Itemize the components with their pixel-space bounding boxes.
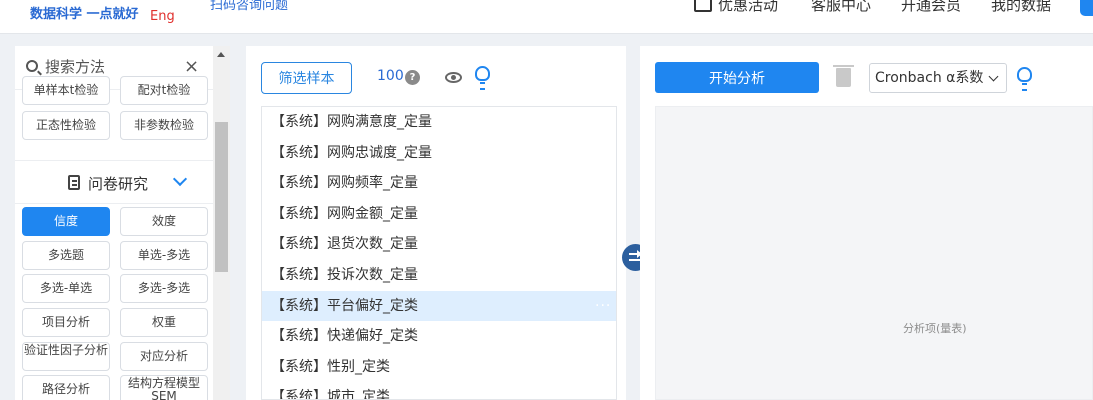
section-title: 问卷研究 (88, 175, 149, 193)
method-nonparametric-test[interactable]: 非参数检验 (120, 111, 208, 140)
lightbulb-icon[interactable] (475, 66, 490, 90)
method-confirmatory-factor-analysis[interactable]: 验证性因子分析 (22, 342, 110, 371)
method-sem[interactable]: 结构方程模型SEM (120, 375, 208, 400)
filter-samples-button[interactable]: 筛选样本 (261, 62, 352, 94)
list-item[interactable]: 【系统】快递偏好_定类 (262, 321, 616, 351)
brand-logo[interactable]: 数据科学 一点就好 (30, 3, 139, 22)
section-questionnaire[interactable]: 问卷研究 (15, 160, 213, 204)
list-item-highlighted[interactable]: 【系统】平台偏好_定类 ··· (262, 291, 616, 321)
method-multiple-choice[interactable]: 多选题 (22, 241, 110, 270)
list-item[interactable]: 【系统】城市_定类 (262, 382, 616, 399)
lightbulb-icon[interactable] (1017, 67, 1032, 91)
variable-list: 【系统】网购满意度_定量 【系统】网购忠诚度_定量 【系统】网购频率_定量 【系… (261, 106, 617, 400)
method-reliability[interactable]: 信度 (22, 207, 110, 236)
method-select-value: Cronbach α系数 (875, 70, 984, 86)
variable-panel: 筛选样本 100 ? 【系统】网购满意度_定量 【系统】网购忠诚度_定量 【系统… (246, 46, 626, 400)
method-multiple-single[interactable]: 多选-单选 (22, 274, 110, 303)
sample-count: 100 (377, 68, 404, 84)
method-normality-test[interactable]: 正态性检验 (22, 111, 110, 140)
analysis-panel: 开始分析 Cronbach α系数 分析项(量表) (640, 46, 1093, 400)
more-icon[interactable]: ··· (595, 291, 611, 321)
document-icon (68, 175, 80, 190)
sidebar-scrollbar[interactable] (213, 46, 230, 400)
nav-my-data[interactable]: 我的数据 (991, 0, 1051, 15)
method-weights[interactable]: 权重 (120, 308, 208, 337)
method-path-analysis[interactable]: 路径分析 (22, 375, 110, 400)
analysis-items-drop-area[interactable]: 分析项(量表) (655, 106, 1093, 400)
method-sidebar: × 单样本t检验 配对t检验 正态性检验 非参数检验 问卷研究 信度 效度 多选… (15, 46, 213, 400)
scan-help-link[interactable]: 扫码咨询问题 (210, 0, 288, 13)
list-item[interactable]: 【系统】网购满意度_定量 (262, 107, 616, 137)
list-item[interactable]: 【系统】退货次数_定量 (262, 229, 616, 259)
method-single-multiple[interactable]: 单选-多选 (120, 241, 208, 270)
method-multiple-multiple[interactable]: 多选-多选 (120, 274, 208, 303)
eye-icon[interactable] (445, 72, 462, 83)
method-correspondence-analysis[interactable]: 对应分析 (120, 342, 208, 371)
nav-promotions-label: 优惠活动 (718, 0, 779, 14)
chevron-down-icon[interactable] (172, 171, 188, 187)
nav-membership[interactable]: 开通会员 (901, 0, 961, 15)
list-item[interactable]: 【系统】网购金额_定量 (262, 199, 616, 229)
method-paired-t-test[interactable]: 配对t检验 (120, 76, 208, 105)
nav-service-center[interactable]: 客服中心 (811, 0, 871, 15)
nav-promotions[interactable]: 优惠活动 (694, 0, 778, 15)
list-item[interactable]: 【系统】投诉次数_定量 (262, 260, 616, 290)
list-item[interactable]: 【系统】性别_定类 (262, 352, 616, 382)
drop-area-label: 分析项(量表) (903, 322, 967, 335)
list-item[interactable]: 【系统】网购忠诚度_定量 (262, 138, 616, 168)
start-analysis-button[interactable]: 开始分析 (655, 62, 819, 93)
help-icon[interactable]: ? (405, 70, 420, 85)
list-item-label: 【系统】平台偏好_定类 (271, 298, 418, 314)
top-bar: 数据科学 一点就好 Eng 扫码咨询问题 优惠活动 客服中心 开通会员 我的数据 (0, 0, 1093, 34)
chevron-down-icon (988, 71, 999, 82)
method-item-analysis[interactable]: 项目分析 (22, 308, 110, 337)
language-toggle[interactable]: Eng (150, 9, 175, 24)
app-root: 数据科学 一点就好 Eng 扫码咨询问题 优惠活动 客服中心 开通会员 我的数据… (0, 0, 1093, 400)
scroll-up-arrow-icon[interactable] (217, 52, 225, 57)
method-one-sample-t-test[interactable]: 单样本t检验 (22, 76, 110, 105)
trash-icon[interactable] (833, 65, 854, 87)
scroll-thumb[interactable] (215, 122, 228, 272)
method-validity[interactable]: 效度 (120, 207, 208, 236)
close-icon[interactable]: × (184, 58, 199, 76)
top-right-button[interactable] (1080, 0, 1093, 16)
method-select[interactable]: Cronbach α系数 (869, 63, 1007, 93)
gift-icon (694, 0, 712, 12)
search-icon (26, 60, 38, 72)
list-item[interactable]: 【系统】网购频率_定量 (262, 168, 616, 198)
